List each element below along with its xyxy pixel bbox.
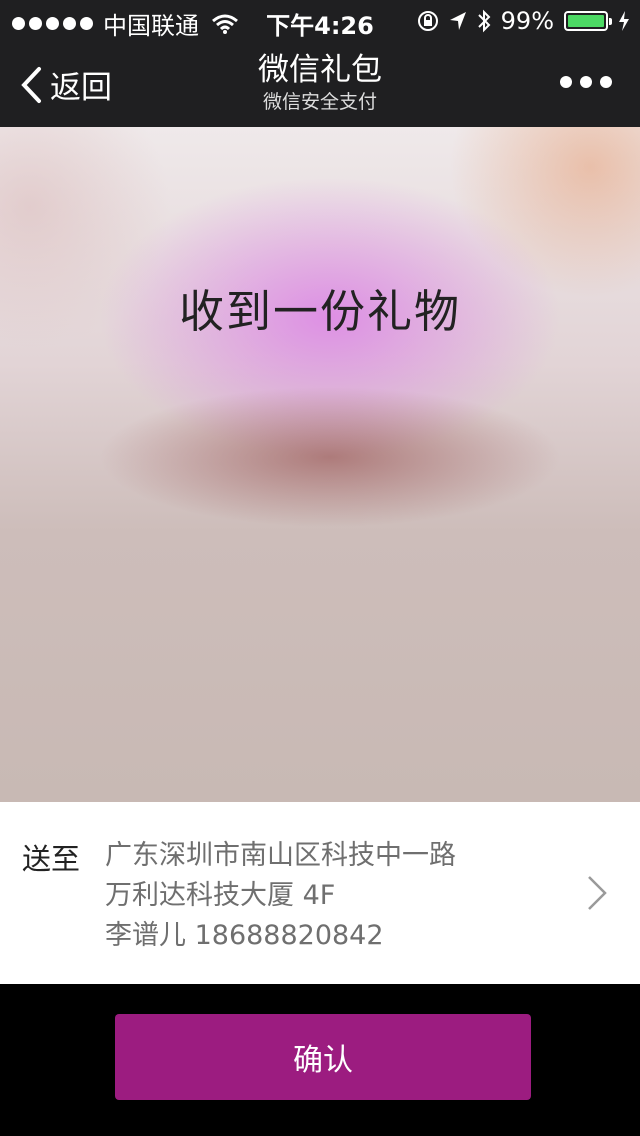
gift-image: 收到一份礼物 [0,127,640,802]
battery-icon [564,11,612,31]
location-icon [449,12,466,30]
page-subtitle: 微信安全支付 [262,91,377,113]
chevron-right-icon [588,876,607,910]
status-right: 99% [417,7,630,35]
page-title: 微信礼包 [258,52,382,88]
recipient-info: 李谱儿 18688820842 [105,920,384,951]
battery-fill [568,15,604,27]
shipping-address-row[interactable]: 送至 广东深圳市南山区科技中一路 万利达科技大厦 4F 李谱儿 18688820… [0,802,640,984]
more-icon[interactable] [560,76,612,88]
gift-title: 收到一份礼物 [178,285,461,338]
bluetooth-icon [477,9,491,33]
address-line-2: 万利达科技大厦 4F [105,880,336,911]
address-details: 广东深圳市南山区科技中一路 万利达科技大厦 4F 李谱儿 18688820842 [105,836,456,956]
nav-title-group: 微信礼包 微信安全支付 [0,50,640,114]
charging-icon [619,11,629,31]
rotation-lock-icon [417,11,438,31]
address-line-1: 广东深圳市南山区科技中一路 [105,840,456,871]
status-bar: 中国联通 下午4:26 99% [0,0,640,40]
navigation-bar: 返回 微信礼包 微信安全支付 [0,40,640,127]
address-label: 送至 [22,842,81,876]
confirm-button[interactable]: 确认 [115,1014,531,1100]
battery-percent: 99% [500,7,554,35]
